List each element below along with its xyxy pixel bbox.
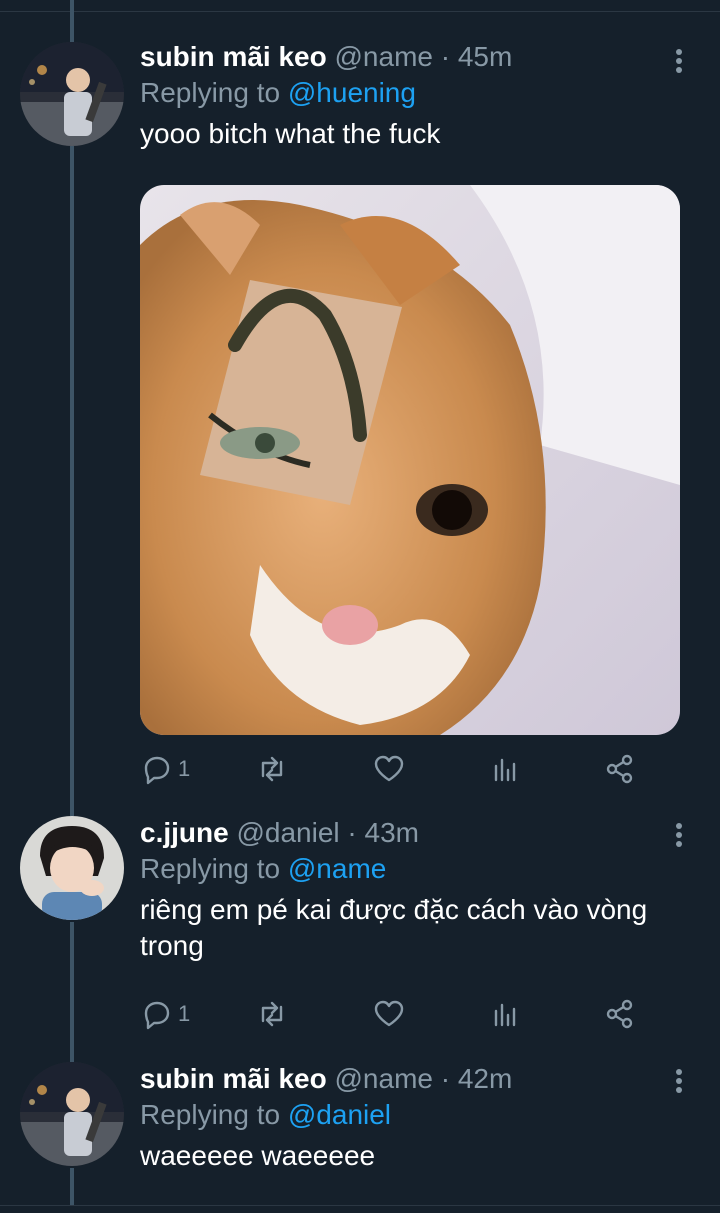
timestamp[interactable]: 45m [458,41,512,72]
replying-label: Replying to [140,1099,281,1130]
more-icon[interactable] [672,1066,686,1096]
like-button[interactable] [372,749,406,789]
tweet[interactable]: subin mãi keo @name · 42m Replying to @d… [0,1050,720,1205]
more-icon[interactable] [672,46,686,76]
share-icon [606,999,633,1029]
reply-button[interactable]: 1 [140,749,190,789]
avatar[interactable] [20,42,124,146]
tweet-image[interactable] [140,185,680,735]
tweet-actions: 1 [140,749,660,789]
timestamp[interactable]: 42m [458,1063,512,1094]
tweet[interactable]: c.jjune @daniel · 43m Replying to @name … [0,800,720,1050]
tweet-text: yooo bitch what the fuck [140,118,441,149]
display-name[interactable]: subin mãi keo [140,1063,327,1094]
tweet-actions: 1 [140,994,660,1034]
share-button[interactable] [603,994,637,1034]
user-handle[interactable]: @daniel [236,817,339,848]
tweet-header: c.jjune @daniel · 43m [140,816,680,850]
avatar[interactable] [20,1062,124,1166]
analytics-icon [494,758,516,782]
reply-icon [144,756,170,785]
like-button[interactable] [372,994,406,1034]
replying-handle-link[interactable]: @daniel [288,1099,391,1130]
analytics-button[interactable] [488,749,522,789]
avatar[interactable] [20,816,124,920]
tweet[interactable]: subin mãi keo @name · 45m Replying to @h… [0,0,720,800]
replying-handle-link[interactable]: @huening [288,77,416,108]
like-icon [374,755,404,782]
replying-handle-link[interactable]: @name [288,853,386,884]
replying-label: Replying to [140,853,281,884]
retweet-button[interactable] [255,749,289,789]
tweet-text: waeeeee waeeeee [140,1140,376,1171]
user-handle[interactable]: @name [335,41,433,72]
timestamp[interactable]: 43m [365,817,419,848]
retweet-button[interactable] [255,994,289,1034]
bottom-divider [0,1205,720,1206]
share-icon [606,754,633,784]
replying-to: Replying to @huening [140,76,680,110]
reply-count: 1 [178,1001,191,1026]
reply-icon [144,1001,170,1030]
display-name[interactable]: subin mãi keo [140,41,327,72]
tweet-header: subin mãi keo @name · 42m [140,1062,680,1096]
tweet-header: subin mãi keo @name · 45m [140,40,680,74]
replying-to: Replying to @name [140,852,680,886]
replying-label: Replying to [140,77,281,108]
retweet-icon [261,1001,283,1027]
separator: · [347,817,357,848]
separator: · [440,41,451,72]
reply-count: 1 [178,756,191,781]
share-button[interactable] [603,749,637,789]
display-name[interactable]: c.jjune [140,817,229,848]
separator: · [440,1063,451,1094]
more-icon[interactable] [672,820,686,850]
like-icon [374,1000,404,1027]
replying-to: Replying to @daniel [140,1098,680,1132]
tweet-text: riêng em pé kai được đặc cách vào vòng t… [140,894,648,961]
user-handle[interactable]: @name [335,1063,433,1094]
analytics-button[interactable] [488,994,522,1034]
reply-button[interactable]: 1 [140,994,190,1034]
retweet-icon [261,756,283,782]
analytics-icon [494,1003,516,1027]
